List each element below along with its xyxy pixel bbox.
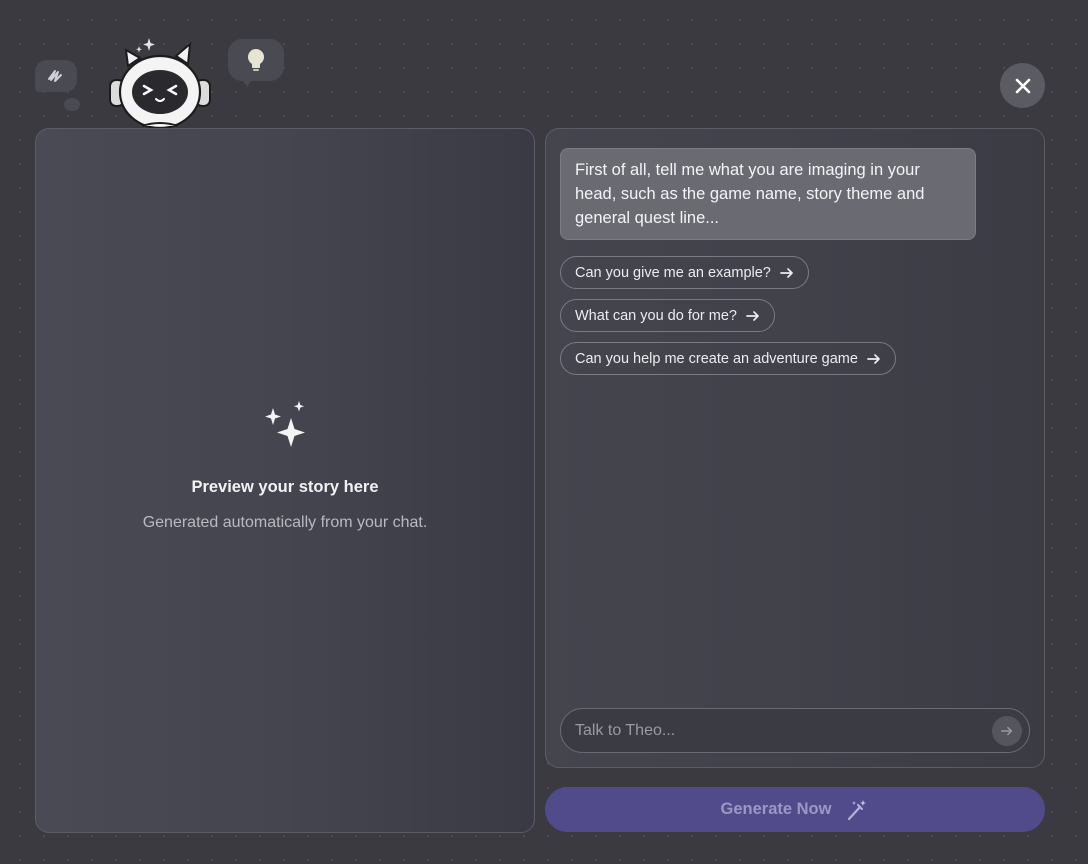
close-icon	[1015, 78, 1030, 93]
scribble-bubble	[35, 60, 80, 111]
generate-label: Generate Now	[720, 800, 832, 818]
story-preview-panel: Preview your story here Generated automa…	[35, 128, 535, 833]
assistant-message: First of all, tell me what you are imagi…	[560, 148, 976, 240]
close-button[interactable]	[1000, 63, 1045, 108]
suggestion-label: Can you help me create an adventure game	[575, 350, 858, 367]
magic-wand-icon	[848, 799, 867, 820]
chat-input[interactable]	[575, 721, 992, 740]
suggestion-list: Can you give me an example? What can you…	[560, 256, 896, 385]
preview-subtitle: Generated automatically from your chat.	[142, 513, 428, 531]
preview-title: Preview your story here	[191, 477, 379, 496]
chat-panel: First of all, tell me what you are imagi…	[545, 128, 1045, 768]
preview-empty-state: Preview your story here Generated automa…	[142, 398, 428, 532]
sparkles-icon	[264, 400, 305, 447]
suggestion-chip[interactable]: Can you help me create an adventure game	[560, 342, 896, 375]
chat-input-container	[560, 708, 1030, 753]
suggestion-label: Can you give me an example?	[575, 264, 771, 281]
scribble-icon	[48, 70, 62, 82]
arrow-right-icon	[867, 353, 880, 364]
lightbulb-bubble	[228, 39, 284, 87]
suggestion-chip[interactable]: What can you do for me?	[560, 299, 775, 332]
mascot-area	[0, 0, 320, 130]
generate-now-button[interactable]: Generate Now	[545, 787, 1045, 832]
arrow-right-icon	[780, 267, 793, 278]
arrow-right-icon	[1001, 726, 1013, 735]
suggestion-chip[interactable]: Can you give me an example?	[560, 256, 809, 289]
send-button[interactable]	[992, 715, 1022, 746]
arrow-right-icon	[746, 310, 759, 321]
suggestion-label: What can you do for me?	[575, 307, 737, 324]
lightbulb-icon	[248, 49, 264, 71]
robot-cat-mascot-icon	[109, 38, 211, 130]
